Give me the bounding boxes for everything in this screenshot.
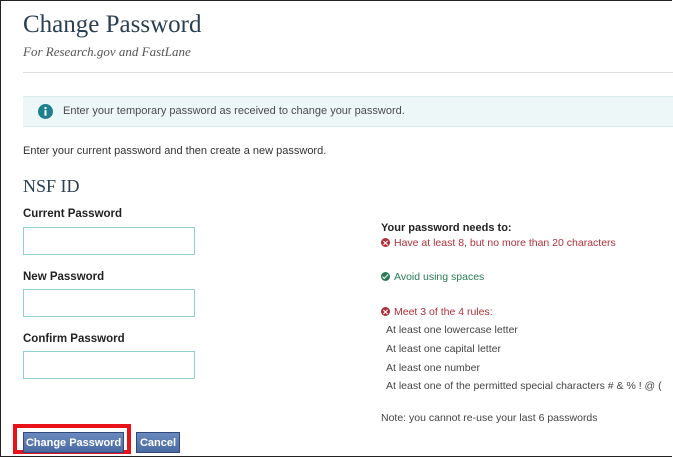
- sub-rule-lowercase: At least one lowercase letter: [386, 324, 518, 336]
- confirm-password-label: Confirm Password: [23, 333, 125, 345]
- header-divider: [23, 72, 673, 73]
- rule-meet-text: Meet 3 of the 4 rules:: [394, 306, 493, 318]
- info-alert: Enter your temporary password as receive…: [23, 96, 673, 127]
- new-password-field[interactable]: [23, 289, 195, 317]
- cancel-button[interactable]: Cancel: [136, 432, 180, 453]
- check-circle-icon: [381, 272, 390, 281]
- x-circle-icon: [381, 307, 390, 316]
- change-password-button[interactable]: Change Password: [23, 432, 124, 453]
- confirm-password-field[interactable]: [23, 351, 195, 379]
- page-title: Change Password: [23, 11, 202, 38]
- reuse-note: Note: you cannot re-use your last 6 pass…: [381, 412, 598, 424]
- info-icon: [38, 104, 53, 119]
- rule-meet: Meet 3 of the 4 rules:: [381, 306, 493, 318]
- rule-length-text: Have at least 8, but no more than 20 cha…: [394, 237, 616, 249]
- instruction-text: Enter your current password and then cre…: [23, 145, 327, 157]
- requirements-heading: Your password needs to:: [381, 222, 512, 234]
- section-title: NSF ID: [23, 176, 80, 196]
- x-circle-icon: [381, 238, 390, 247]
- page-subtitle: For Research.gov and FastLane: [23, 44, 191, 59]
- current-password-field[interactable]: [23, 227, 195, 255]
- current-password-label: Current Password: [23, 208, 123, 220]
- sub-rule-special: At least one of the permitted special ch…: [386, 380, 662, 392]
- rule-spaces: Avoid using spaces: [381, 271, 484, 283]
- new-password-label: New Password: [23, 271, 105, 283]
- sub-rule-capital: At least one capital letter: [386, 343, 501, 355]
- rule-spaces-text: Avoid using spaces: [394, 271, 485, 283]
- rule-length: Have at least 8, but no more than 20 cha…: [381, 237, 616, 249]
- sub-rule-number: At least one number: [386, 362, 480, 374]
- alert-text: Enter your temporary password as receive…: [63, 105, 405, 117]
